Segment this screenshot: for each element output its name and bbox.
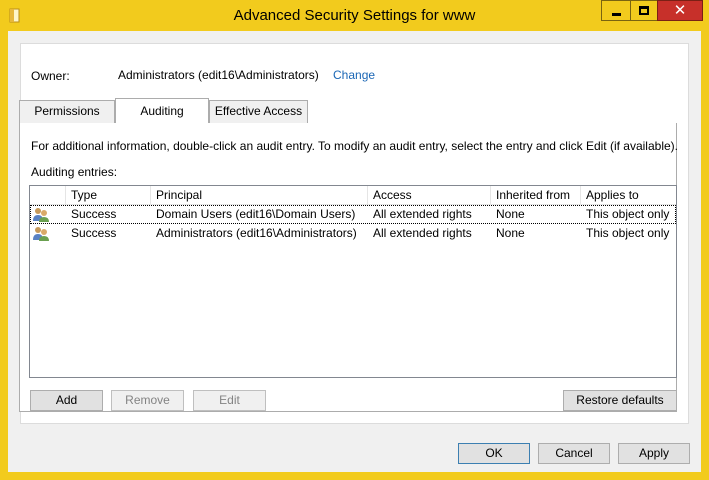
close-icon: ✕ — [673, 1, 687, 19]
tab-effective-access[interactable]: Effective Access — [209, 100, 308, 123]
owner-label: Owner: — [31, 69, 70, 83]
cell-type: Success — [71, 207, 117, 221]
cell-access: All extended rights — [373, 226, 472, 240]
auditing-info-text: For additional information, double-click… — [31, 139, 678, 153]
column-header-inherited-from[interactable]: Inherited from — [491, 186, 581, 205]
column-header-icon[interactable] — [30, 186, 66, 205]
column-header-type[interactable]: Type — [66, 186, 151, 205]
maximize-button[interactable] — [630, 0, 657, 21]
cell-access: All extended rights — [373, 207, 472, 221]
minimize-icon — [611, 13, 621, 16]
change-owner-link[interactable]: Change — [333, 68, 375, 82]
table-row[interactable]: Success Domain Users (edit16\Domain User… — [30, 205, 676, 224]
dialog-content: Owner: Administrators (edit16\Administra… — [8, 31, 701, 472]
security-settings-window: Advanced Security Settings for www ✕ Own… — [0, 0, 709, 480]
users-group-icon — [33, 208, 49, 222]
title-bar[interactable]: Advanced Security Settings for www ✕ — [0, 0, 709, 32]
ok-button[interactable]: OK — [458, 443, 530, 464]
table-row[interactable]: Success Administrators (edit16\Administr… — [30, 224, 676, 243]
apply-button[interactable]: Apply — [618, 443, 690, 464]
maximize-icon — [639, 6, 649, 15]
cell-applies-to: This object only — [586, 226, 670, 240]
restore-defaults-button[interactable]: Restore defaults — [563, 390, 677, 411]
edit-button[interactable]: Edit — [193, 390, 266, 411]
cancel-button[interactable]: Cancel — [538, 443, 610, 464]
minimize-button[interactable] — [601, 0, 630, 21]
remove-button[interactable]: Remove — [111, 390, 184, 411]
column-header-principal[interactable]: Principal — [151, 186, 368, 205]
owner-value: Administrators (edit16\Administrators) — [118, 68, 319, 82]
auditing-entries-list[interactable]: Type Principal Access Inherited from App… — [29, 185, 677, 378]
cell-applies-to: This object only — [586, 207, 670, 221]
cell-type: Success — [71, 226, 117, 240]
users-group-icon — [33, 227, 49, 241]
column-header-access[interactable]: Access — [368, 186, 491, 205]
close-button[interactable]: ✕ — [657, 0, 703, 21]
cell-principal: Administrators (edit16\Administrators) — [156, 226, 357, 240]
cell-principal: Domain Users (edit16\Domain Users) — [156, 207, 356, 221]
cell-inherited-from: None — [496, 207, 525, 221]
column-header-applies-to[interactable]: Applies to — [581, 186, 676, 205]
tab-permissions[interactable]: Permissions — [19, 100, 115, 123]
cell-inherited-from: None — [496, 226, 525, 240]
tab-auditing[interactable]: Auditing — [115, 98, 209, 123]
list-header: Type Principal Access Inherited from App… — [30, 186, 676, 205]
auditing-entries-label: Auditing entries: — [31, 165, 118, 179]
add-button[interactable]: Add — [30, 390, 103, 411]
